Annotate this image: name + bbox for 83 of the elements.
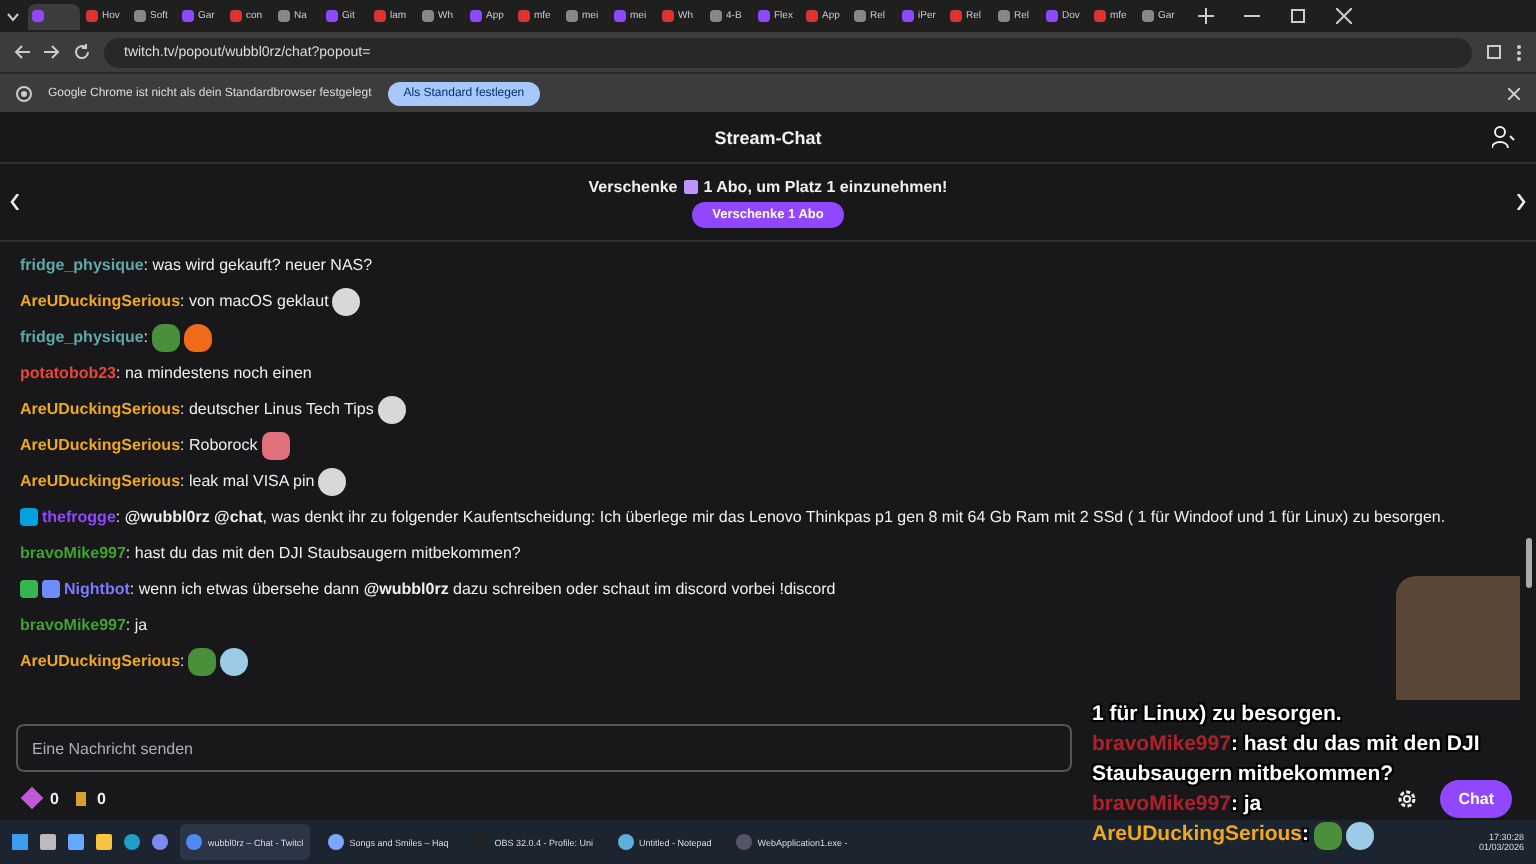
app-icon	[186, 834, 202, 850]
favicon-icon	[86, 10, 98, 22]
chat-message: AreUDuckingSerious: Roborock	[20, 434, 258, 458]
chat-badge-icon	[20, 508, 38, 526]
app-icon	[735, 834, 752, 850]
previous-icon[interactable]	[10, 194, 20, 210]
favicon-icon	[902, 10, 914, 22]
favicon-icon	[134, 10, 146, 22]
favicon-icon	[758, 10, 770, 22]
favicon-icon	[518, 10, 530, 22]
chat-message: AreUDuckingSerious:	[20, 650, 185, 674]
favicon-icon	[374, 10, 386, 22]
menu-icon[interactable]	[1516, 43, 1522, 61]
chat-message: thefrogge: @wubbl0rz @chat, was denkt ihr zu folgender Kaufentscheidung: Ich überlege mir das Lenovo Thinkpas p1 gen 8 mit 64 Gb Ram mit 2 SSd ( 1 für Windoof und 1 für Linux) zu besorgen.	[42, 506, 1446, 530]
chat-message: AreUDuckingSerious: deutscher Linus Tech Tips	[20, 398, 374, 422]
favicon-icon	[614, 10, 626, 22]
favicon-icon	[326, 10, 338, 22]
chat-message: potatobob23: na mindestens noch einen	[20, 362, 312, 386]
app-icon	[327, 834, 344, 850]
favicon-icon	[278, 10, 290, 22]
chat-message: fridge_physique:	[20, 326, 149, 350]
chat-message: AreUDuckingSerious: von macOS geklaut	[20, 290, 329, 314]
favicon-icon	[806, 10, 818, 22]
start-icon[interactable]	[12, 834, 28, 850]
users-icon[interactable]	[1492, 126, 1516, 148]
new-tab-icon[interactable]	[1198, 8, 1214, 24]
puff-emote-icon	[220, 648, 249, 676]
next-icon[interactable]	[1516, 194, 1526, 210]
face-emote-icon	[318, 468, 347, 496]
favicon-icon	[230, 10, 242, 22]
close-icon[interactable]	[1336, 8, 1352, 24]
face-emote-icon	[332, 288, 361, 316]
overlay-chat-line: 1 für Linux) zu besorgen.	[1092, 700, 1342, 730]
chat-message: Nightbot: wenn ich etwas übersehe dann @wubbl0rz dazu schreiben oder schaut im discord vorbei !discord	[64, 578, 836, 602]
chevron-down-icon[interactable]	[6, 11, 20, 21]
favicon-icon	[566, 10, 578, 22]
chat-message: bravoMike997: ja	[20, 614, 148, 638]
app-icon	[617, 834, 633, 850]
favicon-icon	[710, 10, 722, 22]
frog-emote-icon	[152, 324, 181, 352]
gift-icon	[683, 179, 698, 193]
chat-message: fridge_physique: was wird gekauft? neuer NAS?	[20, 254, 373, 278]
favicon-icon	[1046, 10, 1058, 22]
favicon-icon	[1094, 10, 1106, 22]
close-icon[interactable]	[1508, 87, 1520, 99]
browser-tab[interactable]	[28, 3, 80, 29]
bits-count: 0	[50, 789, 59, 807]
extension-icon[interactable]	[1486, 44, 1502, 60]
favicon-icon	[32, 10, 44, 22]
forward-icon[interactable]	[44, 44, 60, 60]
favicon-icon	[950, 10, 962, 22]
settings-icon[interactable]	[1396, 787, 1419, 809]
app-icon[interactable]	[152, 834, 168, 850]
frog-emote-icon	[188, 648, 217, 676]
flame-emote-icon	[184, 324, 213, 352]
overlay-chat-line: AreUDuckingSerious:	[1092, 820, 1310, 850]
chrome-icon	[16, 85, 32, 101]
points-count: 0	[96, 789, 106, 807]
back-icon[interactable]	[14, 44, 30, 60]
favicon-icon	[182, 10, 194, 22]
photo-placeholder	[1396, 576, 1520, 700]
lips-emote-icon	[261, 432, 290, 460]
favicon-icon	[422, 10, 434, 22]
restore-icon[interactable]	[1290, 8, 1306, 24]
scrollbar[interactable]	[1526, 538, 1532, 588]
chat-button[interactable]: Chat	[1440, 779, 1512, 817]
favicon-icon	[470, 10, 482, 22]
reload-icon[interactable]	[74, 44, 90, 60]
edge-icon[interactable]	[124, 834, 140, 850]
favicon-icon	[1142, 10, 1154, 22]
message-input-field[interactable]: Eine Nachricht senden	[16, 724, 1072, 772]
bits-icon[interactable]	[20, 786, 44, 810]
chat-message: AreUDuckingSerious: leak mal VISA pin	[20, 470, 315, 494]
face-emote-icon	[377, 396, 406, 424]
favicon-icon	[998, 10, 1010, 22]
channel-points-icon[interactable]	[76, 791, 87, 805]
banner-text: Verschenke	[588, 177, 678, 195]
chat-message: bravoMike997: hast du das mit den DJI Staubsaugern mitbekommen?	[20, 542, 521, 566]
favicon-icon	[854, 10, 866, 22]
overlay-chat-line: bravoMike997: ja	[1092, 790, 1262, 820]
banner-text: 1 Abo, um Platz 1 einzunehmen!	[703, 177, 948, 195]
chat-title: Stream-Chat	[714, 127, 822, 147]
favicon-icon	[662, 10, 674, 22]
